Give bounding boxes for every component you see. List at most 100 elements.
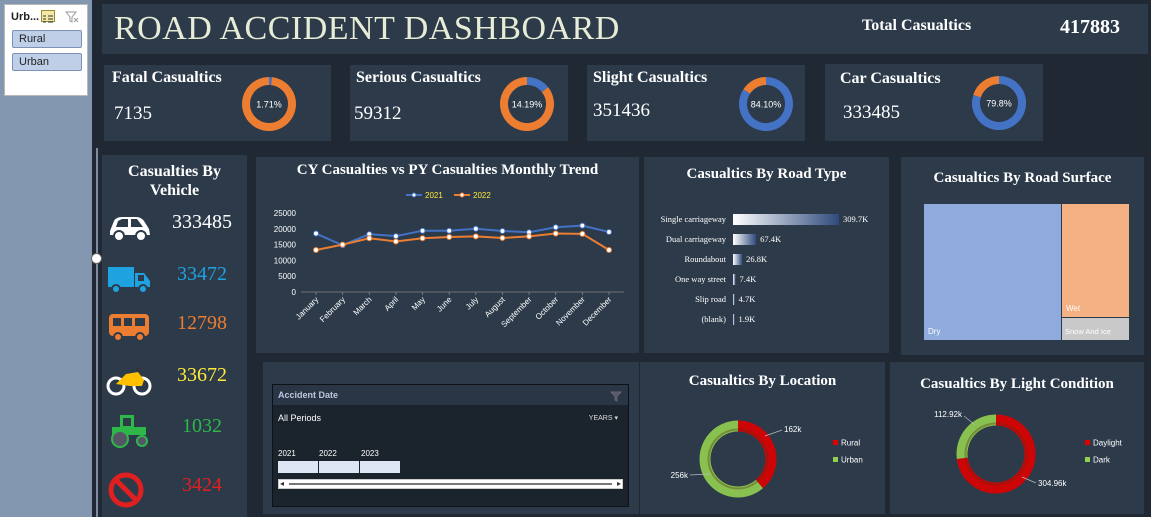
data-point (419, 235, 426, 242)
data-point (526, 233, 533, 240)
road-type-panel: Casualtics By Road Type Single carriagew… (644, 157, 889, 353)
donut-label: 1.71% (256, 100, 282, 110)
vehicle-title-line1: Casualties By (128, 163, 221, 180)
bar (733, 234, 757, 245)
vehicle-value: 33672 (177, 364, 227, 386)
timeline-selection-bar[interactable] (278, 461, 400, 473)
legend-swatch (1085, 440, 1090, 445)
data-label: 309.7K (843, 214, 869, 224)
treemap-tile-wet (1062, 204, 1129, 317)
data-point (313, 230, 319, 237)
chevron-down-icon: ▾ (614, 415, 618, 422)
vehicle-row-truck: 33472 (102, 253, 247, 301)
bar (733, 214, 839, 225)
timeline-year[interactable]: 2023 (361, 449, 379, 458)
x-tick-label: January (294, 295, 320, 321)
dashboard-header: ROAD ACCIDENT DASHBOARD Total Casualtics… (102, 4, 1148, 54)
prohibited-icon (108, 472, 144, 508)
slicer-item-urban[interactable]: Urban (12, 53, 82, 71)
road-surface-panel: Casualtics By Road Surface Dry Wet Snow An… (901, 157, 1144, 355)
x-tick-label: December (581, 295, 614, 328)
timeline-year[interactable]: 2022 (319, 449, 337, 458)
donut-label: 84.10% (751, 100, 782, 110)
bar (733, 254, 743, 265)
bar (733, 274, 736, 285)
vehicle-value: 33472 (177, 263, 227, 285)
data-point (606, 246, 612, 253)
scroll-left-icon[interactable]: ◂ (280, 479, 284, 488)
timeline-level-dropdown[interactable]: YEARS ▾ (589, 414, 618, 422)
timeline-level-label: YEARS (588, 415, 613, 422)
legend-marker (411, 192, 417, 198)
timeline-slicer[interactable]: Accident Date All Periods YEARS ▾ 2021 2… (272, 384, 629, 507)
leader-line (764, 429, 783, 437)
tractor-icon (111, 415, 148, 448)
clear-filter-icon[interactable] (64, 10, 79, 28)
multi-select-icon[interactable] (41, 10, 55, 23)
vehicle-row-bus: 12798 (102, 302, 247, 350)
data-point (579, 222, 586, 229)
vehicle-value: 3424 (182, 474, 222, 496)
bar (733, 294, 735, 305)
kpi-value: 333485 (843, 102, 900, 123)
resize-handle-line (96, 148, 98, 517)
series-line (315, 224, 610, 247)
x-tick-label: February (318, 295, 347, 324)
donut-remainder (973, 76, 1000, 98)
road-type-chart: Single carriageway 309.7K Dual carriageway… (661, 214, 869, 325)
category-label: Dual carriageway (666, 234, 727, 244)
legend-label: 2022 (473, 191, 491, 200)
tile-label: Wet (1066, 304, 1081, 313)
legend-label: Daylight (1093, 439, 1123, 448)
data-point (392, 233, 399, 240)
legend-swatch (833, 457, 838, 462)
data-label: 67.4K (760, 234, 782, 244)
vehicle-row-motorcycle: 33672 (102, 354, 247, 402)
tile-label: Snow And Ice (1065, 327, 1111, 336)
legend-swatch (833, 440, 838, 445)
kpi-donut: 84.10% (739, 77, 793, 131)
x-tick-label: March (352, 295, 374, 317)
vehicle-value: 1032 (182, 415, 222, 437)
timeline-title: Accident Date (278, 390, 339, 400)
trend-chart: 2021 2022 0 5000 10000 15000 20000 25000 January… (274, 191, 624, 329)
kpi-card-fatal: Fatal Casualtics 7135 1.71% (104, 65, 331, 141)
data-label: 1.9K (739, 314, 757, 324)
data-label: 4.7K (739, 294, 757, 304)
location-chart: 162k 256k Rural Urban (671, 420, 863, 498)
slicer-title: Urb... (11, 11, 40, 23)
timeline-scrollbar[interactable]: ◂ ▸ (278, 479, 623, 489)
category-label: (blank) (701, 314, 726, 324)
data-label: 7.4K (740, 274, 758, 284)
kpi-value: 59312 (354, 103, 402, 124)
car-icon (110, 217, 150, 242)
clear-filter-icon[interactable] (609, 389, 623, 407)
resize-handle[interactable] (91, 253, 102, 264)
y-tick-label: 10000 (274, 256, 297, 265)
data-point (579, 230, 586, 237)
data-point (472, 225, 479, 232)
donut-label: 14.19% (512, 100, 543, 110)
x-tick-label: July (464, 295, 480, 311)
treemap-tile-dry (924, 204, 1061, 340)
location-panel: Casualtics By Location 162k 256k Rural Urba… (640, 362, 885, 514)
timeline-year[interactable]: 2021 (278, 449, 296, 458)
data-point (313, 246, 319, 253)
road-surface-chart: Dry Wet Snow And Ice (924, 204, 1129, 340)
scroll-right-icon[interactable]: ▸ (617, 479, 621, 488)
x-tick-label: October (534, 295, 561, 322)
slicer-item-rural[interactable]: Rural (12, 30, 82, 48)
legend-label: Dark (1093, 456, 1111, 465)
data-point (366, 235, 373, 242)
motorcycle-icon (106, 366, 152, 396)
y-tick-label: 25000 (274, 209, 297, 218)
kpi-label: Serious Casualtics (356, 69, 481, 86)
category-label: One way street (675, 274, 727, 284)
timeline-header: Accident Date (273, 385, 628, 405)
timeline-panel: Accident Date All Periods YEARS ▾ 2021 2… (263, 362, 639, 514)
category-label: Single carriageway (661, 214, 727, 224)
bar (733, 314, 735, 325)
urban-rural-slicer[interactable]: Urb... Rural Urban (4, 4, 88, 96)
donut-label: 79.8% (986, 99, 1012, 109)
y-tick-label: 15000 (274, 241, 297, 250)
